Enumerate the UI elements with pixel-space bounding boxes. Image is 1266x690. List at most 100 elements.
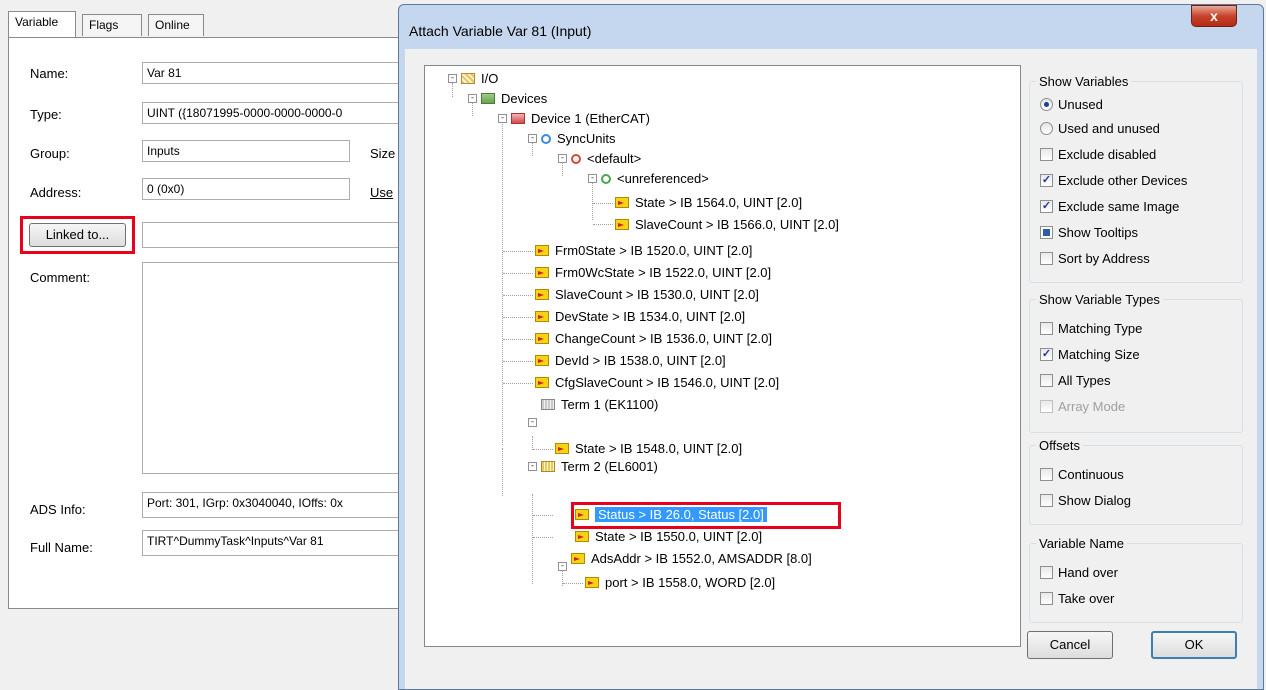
group-title: Show Variables [1036,74,1132,90]
tree-node-variable[interactable]: SlaveCount > IB 1530.0, UINT [2.0] [535,286,759,304]
checkbox-checked-icon: ✓ [1040,200,1053,214]
checkbox-icon [1040,566,1053,580]
show-dialog-checkbox[interactable]: Show Dialog [1040,492,1131,510]
checkbox-icon [1040,400,1053,414]
comment-field[interactable] [142,262,402,474]
collapse-toggle[interactable]: - [528,462,537,471]
close-button[interactable]: x [1191,5,1237,27]
checkbox-icon [1040,494,1053,508]
devices-icon [481,93,495,105]
collapse-toggle[interactable]: - [588,174,597,183]
tree-node-variable[interactable]: Frm0WcState > IB 1522.0, UINT [2.0] [535,264,771,282]
offsets-group: Offsets Continuous Show Dialog [1029,438,1243,525]
terminal-icon [541,461,555,473]
collapse-toggle[interactable]: - [528,418,537,427]
collapse-toggle[interactable]: - [528,134,537,143]
array-mode-checkbox: Array Mode [1040,398,1125,416]
type-label: Type: [30,107,62,122]
checkbox-checked-icon: ✓ [1040,348,1053,362]
input-variable-icon [585,577,599,589]
tab-flags[interactable]: Flags [82,14,142,36]
terminal-icon [541,399,555,411]
show-variables-group: Show Variables Unused Used and unused Ex… [1029,74,1243,283]
radio-icon [1040,122,1053,136]
cancel-button[interactable]: Cancel [1027,631,1113,659]
tree-node-variable[interactable]: ChangeCount > IB 1536.0, UINT [2.0] [535,330,772,348]
name-label: Name: [30,66,69,81]
group-field[interactable]: Inputs [142,140,350,162]
syncunit-icon [601,173,611,184]
show-variable-types-group: Show Variable Types Matching Type ✓ Match… [1029,292,1243,433]
collapse-toggle[interactable]: - [558,562,567,571]
matching-type-checkbox[interactable]: Matching Type [1040,320,1142,338]
collapse-toggle[interactable]: - [498,114,507,123]
input-variable-icon [615,219,629,231]
tree-node-unreferenced[interactable]: <unreferenced> [601,170,709,188]
name-field[interactable]: Var 81 [142,62,402,84]
tab-variable[interactable]: Variable [8,11,76,37]
checkbox-icon [1040,468,1053,482]
exclude-disabled-checkbox[interactable]: Exclude disabled [1040,146,1156,164]
tree-node-variable[interactable]: State > IB 1564.0, UINT [2.0] [615,194,802,212]
type-field[interactable]: UINT ({18071995-0000-0000-0000-0 [142,102,402,124]
ads-info-field[interactable]: Port: 301, IGrp: 0x3040040, IOffs: 0x [142,492,402,518]
variable-tree[interactable]: - - - - - - - - - I/O Devices Device 1 (… [424,65,1021,647]
size-label: Size [370,146,396,161]
ok-button[interactable]: OK [1151,631,1237,659]
collapse-toggle[interactable]: - [558,154,567,163]
input-variable-icon [535,245,549,257]
tree-node-variable[interactable]: DevState > IB 1534.0, UINT [2.0] [535,308,745,326]
show-tooltips-checkbox[interactable]: Show Tooltips [1040,224,1138,242]
tree-node-variable[interactable]: State > IB 1550.0, UINT [2.0] [575,528,762,546]
exclude-same-image-checkbox[interactable]: ✓ Exclude same Image [1040,198,1179,216]
radio-selected-icon [1040,98,1053,112]
tree-node-default[interactable]: <default> [571,150,641,168]
group-label: Group: [30,146,70,161]
all-types-checkbox[interactable]: All Types [1040,372,1111,390]
continuous-checkbox[interactable]: Continuous [1040,466,1124,484]
tree-node-term-1[interactable]: Term 1 (EK1100) [541,396,658,414]
address-field[interactable]: 0 (0x0) [142,178,350,200]
collapse-toggle[interactable]: - [468,94,477,103]
tree-node-term-2[interactable]: Term 2 (EL6001) [541,458,658,476]
input-variable-icon [535,267,549,279]
input-variable-icon [535,289,549,301]
collapse-toggle[interactable]: - [448,74,457,83]
hand-over-checkbox[interactable]: Hand over [1040,564,1118,582]
take-over-checkbox[interactable]: Take over [1040,590,1114,608]
input-variable-icon [575,531,589,543]
tree-node-syncunits[interactable]: SyncUnits [541,130,616,148]
syncunit-icon [571,153,581,164]
sort-by-address-checkbox[interactable]: Sort by Address [1040,250,1150,268]
ethercat-device-icon [511,113,525,125]
tree-node-variable[interactable]: port > IB 1558.0, WORD [2.0] [585,574,775,592]
io-icon [461,73,475,85]
linked-to-highlight [20,216,135,254]
tree-node-variable[interactable]: Frm0State > IB 1520.0, UINT [2.0] [535,242,752,260]
tree-node-device-1[interactable]: Device 1 (EtherCAT) [511,110,650,128]
tree-node-adsaddr[interactable]: AdsAddr > IB 1552.0, AMSADDR [8.0] [571,550,812,568]
variable-properties-panel: Variable Flags Online Name: Var 81 Type:… [0,0,412,690]
tree-node-variable[interactable]: SlaveCount > IB 1566.0, UINT [2.0] [615,216,839,234]
tree-node-devices[interactable]: Devices [481,90,547,108]
tree-node-variable[interactable]: State > IB 1548.0, UINT [2.0] [555,440,742,458]
address-label: Address: [30,185,82,200]
linked-to-field[interactable] [142,222,402,248]
tab-online[interactable]: Online [148,14,204,36]
tree-node-variable[interactable]: CfgSlaveCount > IB 1546.0, UINT [2.0] [535,374,779,392]
used-and-unused-radio[interactable]: Used and unused [1040,120,1160,138]
tree-node-io[interactable]: I/O [461,70,498,88]
unused-radio[interactable]: Unused [1040,96,1103,114]
matching-size-checkbox[interactable]: ✓ Matching Size [1040,346,1140,364]
exclude-other-devices-checkbox[interactable]: ✓ Exclude other Devices [1040,172,1187,190]
input-variable-icon [535,355,549,367]
checkbox-checked-icon: ✓ [1040,174,1053,188]
ads-info-label: ADS Info: [30,502,86,517]
checkbox-indeterminate-icon [1040,226,1053,240]
full-name-field[interactable]: TIRT^DummyTask^Inputs^Var 81 [142,530,402,556]
dialog-titlebar[interactable]: Attach Variable Var 81 (Input) x [399,5,1263,49]
tree-node-variable[interactable]: DevId > IB 1538.0, UINT [2.0] [535,352,726,370]
input-variable-icon [571,553,585,565]
group-title: Variable Name [1036,536,1128,552]
user-label: Use [370,185,394,200]
